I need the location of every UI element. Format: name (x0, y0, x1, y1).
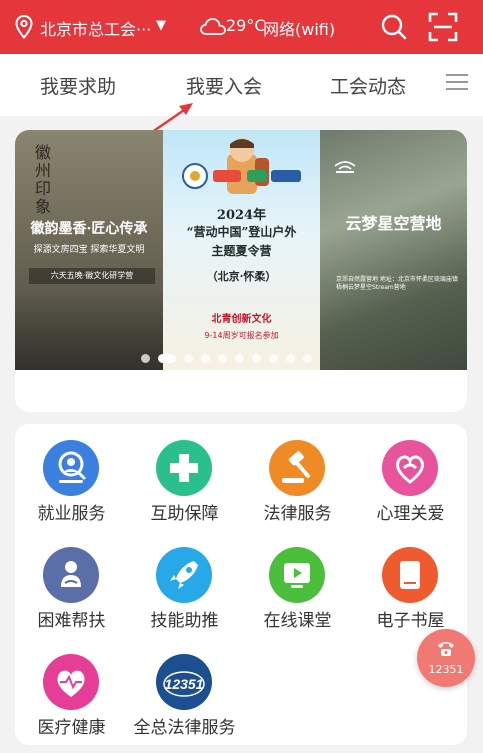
carousel-dot[interactable] (201, 354, 210, 363)
signal-logo-icon (334, 161, 356, 173)
banner-carousel[interactable]: 徽州印象 徽韵墨香·匠心传承 探源文房四宝 探索华夏文明 六天五晚·徽文化研学营… (15, 130, 467, 412)
rocket-icon (156, 547, 212, 603)
hotline-12351-logo: 12351 (156, 654, 212, 710)
service-label: 法律服务 (263, 504, 332, 524)
service-label: 医疗健康 (37, 718, 106, 738)
carousel-slides: 徽州印象 徽韵墨香·匠心传承 探源文房四宝 探索华夏文明 六天五晚·徽文化研学营… (15, 130, 467, 370)
telephone-icon (438, 642, 454, 656)
slide-year: 2024年 (216, 208, 267, 223)
carousel-dot[interactable] (158, 354, 176, 363)
tab-join-union[interactable]: 我要入会 (186, 72, 262, 99)
medical-cross-icon (156, 440, 212, 496)
service-label: 全总法律服务 (133, 718, 236, 738)
slide-brand: 北青创新文化 (211, 314, 272, 325)
helping-hand-icon (43, 547, 99, 603)
service-ebook[interactable]: 电子书屋 (354, 531, 467, 631)
service-label: 技能助推 (150, 611, 219, 631)
temperature: 29°C (226, 16, 266, 35)
tab-bar: 我要求助 我要入会 工会动态 (0, 54, 483, 116)
service-employment[interactable]: 就业服务 (15, 424, 128, 524)
hotline-number: 12351 (428, 663, 464, 676)
carousel-dot[interactable] (141, 354, 150, 363)
service-label: 就业服务 (37, 504, 106, 524)
online-class-icon (269, 547, 325, 603)
network-status: 网络(wifi) (263, 20, 336, 39)
location-pin-icon[interactable] (15, 15, 33, 39)
carousel-dot[interactable] (303, 354, 312, 363)
service-skill-boost[interactable]: 技能助推 (128, 531, 241, 631)
hotline-float-button[interactable]: 12351 (417, 629, 475, 687)
carousel-dot[interactable] (286, 354, 295, 363)
banner-slide-summer-camp[interactable]: 2024年 “营动中国”登山户外 主题夏令营 （北京·怀柔） 北青创新文化 9-… (163, 130, 320, 370)
location-selector[interactable]: 北京市总工会··· (40, 16, 151, 40)
service-label: 心理关爱 (376, 504, 445, 524)
book-icon (382, 547, 438, 603)
carousel-dot[interactable] (218, 354, 227, 363)
carousel-dot[interactable] (269, 354, 278, 363)
cloud-icon (200, 18, 226, 35)
slide-subtitle: 主题夏令营 (211, 244, 272, 258)
service-online-class[interactable]: 在线课堂 (241, 531, 354, 631)
slide-vertical-title: 徽州印象 (32, 144, 51, 216)
heart-swirl-icon (382, 440, 438, 496)
slide-title: “营动中国”登山户外 (186, 225, 297, 239)
banner-slide-huizhou[interactable]: 徽州印象 徽韵墨香·匠心传承 探源文房四宝 探索华夏文明 六天五晚·徽文化研学营 (15, 130, 163, 370)
scan-icon[interactable] (428, 12, 458, 42)
top-bar: 北京市总工会··· ▼ 29°C 网络(wifi) (0, 0, 483, 54)
slide-info: 京郊自然露营地 地址：北京市怀柔区琉璃庙镇梧桐云梦星空Stream营地 (336, 276, 458, 291)
service-grid: 就业服务 互助保障 法律服务 心理关爱 困难帮扶 技能助推 在线课堂 电子书屋 … (15, 424, 467, 745)
slide-title: 徽韵墨香·匠心传承 (30, 221, 148, 237)
slide-age-note: 9-14周岁可报名参加 (204, 331, 279, 340)
slide-subtitle: 探源文房四宝 探索华夏文明 (33, 245, 145, 255)
slide-location: （北京·怀柔） (206, 270, 277, 283)
heartbeat-icon (43, 654, 99, 710)
service-mutual-aid[interactable]: 互助保障 (128, 424, 241, 524)
service-acftu-legal[interactable]: 12351 全总法律服务 (128, 638, 241, 738)
service-hardship-aid[interactable]: 困难帮扶 (15, 531, 128, 631)
partner-logos (182, 163, 301, 189)
slide-title: 云梦星空营地 (345, 214, 442, 233)
svg-text:12351: 12351 (165, 676, 204, 692)
service-label: 互助保障 (150, 504, 219, 524)
carousel-dot[interactable] (184, 354, 193, 363)
carousel-indicator (141, 354, 341, 364)
service-label: 电子书屋 (376, 611, 445, 631)
service-psych-care[interactable]: 心理关爱 (354, 424, 467, 524)
caret-down-icon[interactable]: ▼ (156, 18, 166, 33)
carousel-dot[interactable] (252, 354, 261, 363)
service-legal[interactable]: 法律服务 (241, 424, 354, 524)
search-icon[interactable] (380, 13, 408, 41)
tab-union-news[interactable]: 工会动态 (330, 72, 406, 99)
carousel-dot[interactable] (235, 354, 244, 363)
employment-icon (43, 440, 99, 496)
service-label: 在线课堂 (263, 611, 332, 631)
service-label: 困难帮扶 (37, 611, 106, 631)
service-medical-health[interactable]: 医疗健康 (15, 638, 128, 738)
banner-slide-campsite[interactable]: 云梦星空营地 京郊自然露营地 地址：北京市怀柔区琉璃庙镇梧桐云梦星空Stream… (320, 130, 467, 370)
tab-seek-help[interactable]: 我要求助 (40, 72, 116, 99)
slide-tag: 六天五晚·徽文化研学营 (29, 268, 155, 284)
gavel-icon (269, 440, 325, 496)
menu-icon[interactable] (446, 74, 468, 94)
